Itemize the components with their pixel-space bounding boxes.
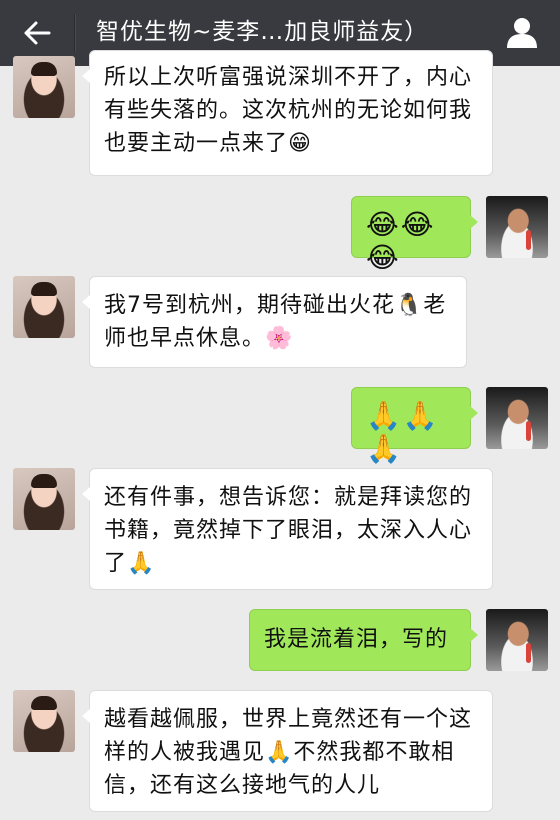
contact-avatar[interactable] [13, 468, 75, 530]
message-bubble[interactable]: 还有件事，想告诉您：就是拜读您的书籍，竟然掉下了眼泪，太深入人心了🙏 [82, 468, 493, 590]
avatar-hair [31, 474, 57, 488]
contact-avatar[interactable] [13, 690, 75, 752]
avatar-hair [31, 62, 57, 76]
contact-avatar[interactable] [13, 56, 75, 118]
person-icon [507, 18, 537, 48]
avatar-hair [31, 282, 57, 296]
chat-title: 智优生物~麦李…加良师益友） [96, 19, 429, 45]
message-bubble[interactable]: 我7号到杭州，期待碰出火花🐧老师也早点休息。🌸 [82, 276, 467, 368]
my-avatar[interactable] [486, 196, 548, 258]
header-divider [74, 14, 75, 52]
avatar-microphone [526, 643, 531, 663]
message-bubble[interactable]: 🙏🙏🙏 [351, 387, 478, 465]
my-avatar[interactable] [486, 609, 548, 671]
chat-info-button[interactable] [502, 12, 542, 52]
contact-avatar[interactable] [13, 276, 75, 338]
avatar-hair [31, 696, 57, 710]
arrow-left-icon [24, 21, 51, 45]
message-bubble[interactable]: 😂😂😂 [351, 196, 478, 274]
message-bubble[interactable]: 越看越佩服，世界上竟然还有一个这样的人被我遇见🙏不然我都不敢相信，还有这么接地气… [82, 690, 493, 812]
message-bubble[interactable]: 我是流着泪，写的 [249, 609, 478, 671]
back-button[interactable] [14, 10, 60, 56]
my-avatar[interactable] [486, 387, 548, 449]
message-list[interactable]: 所以上次听富强说深圳不开了，内心有些失落的。这次杭州的无论如何我也要主动一点来了… [0, 50, 560, 820]
message-bubble[interactable]: 所以上次听富强说深圳不开了，内心有些失落的。这次杭州的无论如何我也要主动一点来了… [82, 50, 493, 176]
avatar-microphone [526, 230, 531, 250]
avatar-microphone [526, 421, 531, 441]
